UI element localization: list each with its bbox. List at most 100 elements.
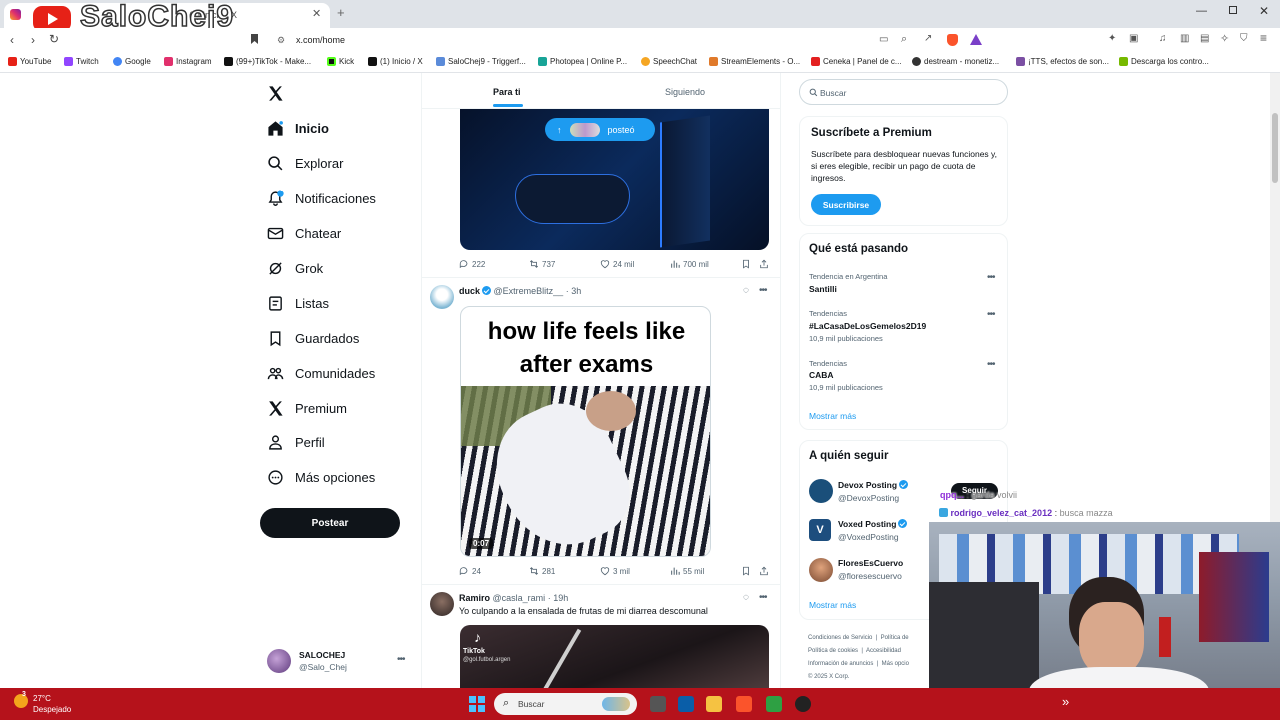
bookmark-destream[interactable]: destream - monetiz... xyxy=(912,57,999,66)
follow-name[interactable]: FloresEsCuervo xyxy=(838,558,903,568)
reply-action[interactable]: 24 xyxy=(459,566,481,576)
new-tab-button[interactable]: + xyxy=(337,5,345,20)
post-more-icon[interactable]: ••• xyxy=(759,592,767,603)
taskbar-search-input[interactable]: Buscar xyxy=(518,699,544,709)
account-more-icon[interactable]: ••• xyxy=(397,654,405,665)
bookmark-page-icon[interactable] xyxy=(251,34,258,44)
like-action[interactable]: 3 mil xyxy=(600,566,630,576)
sidebar-item-inicio[interactable]: Inicio xyxy=(267,120,329,137)
scrollbar-thumb[interactable] xyxy=(1272,113,1278,183)
trend-more-icon[interactable]: ••• xyxy=(987,272,995,283)
trend-item[interactable]: CABA xyxy=(809,370,834,380)
tab-para-ti[interactable]: Para ti xyxy=(493,87,521,97)
trend-item[interactable]: Santilli xyxy=(809,284,837,294)
avatar[interactable] xyxy=(430,592,454,616)
taskbar-search[interactable]: ⌕ Buscar xyxy=(494,693,637,715)
task-view-icon[interactable] xyxy=(650,696,666,712)
sidebar-item-listas[interactable]: Listas xyxy=(267,295,329,312)
avatar[interactable] xyxy=(430,285,454,309)
bookmark-youtube[interactable]: YouTube xyxy=(8,57,51,66)
sidebar-item-premium[interactable]: Premium xyxy=(267,400,347,417)
post-media-video[interactable]: ♪ TikTok @gol.futbol.argen xyxy=(460,625,769,688)
post-time[interactable]: 19h xyxy=(553,593,568,603)
bookmark-ceneka[interactable]: Ceneka | Panel de c... xyxy=(811,57,902,66)
brave-shield-icon[interactable] xyxy=(947,34,958,46)
extensions-icon[interactable]: ✦ xyxy=(1108,33,1116,44)
avatar[interactable] xyxy=(809,558,833,582)
repost-action[interactable]: 737 xyxy=(529,259,555,269)
bookmark-kick[interactable]: Kick xyxy=(327,57,354,66)
sidebar-item-chatear[interactable]: Chatear xyxy=(267,225,341,242)
wallet2-icon[interactable]: ▤ xyxy=(1200,33,1209,44)
x-logo-icon[interactable] xyxy=(267,85,284,102)
bookmark-descarga[interactable]: Descarga los contro... xyxy=(1119,57,1209,66)
repost-action[interactable]: 281 xyxy=(529,566,555,576)
show-more-icon[interactable]: » xyxy=(1062,694,1069,709)
bookmark-icon[interactable] xyxy=(741,259,751,269)
bookmark-streamelements[interactable]: StreamElements - O... xyxy=(709,57,800,66)
screen-icon[interactable]: ▭ xyxy=(879,34,888,45)
share-icon[interactable]: ↗ xyxy=(924,33,932,44)
post-author[interactable]: Ramiro xyxy=(459,593,490,603)
footer-link[interactable]: Accesibilidad xyxy=(866,648,901,654)
footer-link[interactable]: Condiciones de Servicio xyxy=(808,635,872,641)
vpn-icon[interactable]: ⛉ xyxy=(1240,33,1248,44)
bookmark-x[interactable]: (1) Inicio / X xyxy=(368,57,423,66)
like-action[interactable]: 24 mil xyxy=(600,259,634,269)
bookmark-triggerfyre[interactable]: SaloChej9 - Triggerf... xyxy=(436,57,526,66)
url-field[interactable]: x.com/home xyxy=(296,35,345,45)
forward-icon[interactable]: › xyxy=(31,33,35,47)
post-more-icon[interactable]: ••• xyxy=(759,285,767,296)
bookmark-icon[interactable] xyxy=(741,566,751,576)
app-icon-green[interactable] xyxy=(766,696,782,712)
reply-action[interactable]: 222 xyxy=(459,259,485,269)
views-action[interactable]: 55 mil xyxy=(670,566,704,576)
post-time[interactable]: 3h xyxy=(571,286,581,296)
grok-explain-icon[interactable]: ◌ xyxy=(743,285,749,296)
file-explorer-icon[interactable] xyxy=(706,696,722,712)
close-tab-icon[interactable]: ✕ xyxy=(312,7,321,20)
bookmark-google[interactable]: Google xyxy=(113,57,151,66)
wallet-icon[interactable]: ▣ xyxy=(1129,33,1138,44)
sidebar-item-guardados[interactable]: Guardados xyxy=(267,330,359,347)
avatar[interactable]: V xyxy=(809,519,831,541)
avatar[interactable] xyxy=(267,649,291,673)
new-posts-pill[interactable]: ↑ posteó xyxy=(545,118,655,141)
close-window-icon[interactable]: ✕ xyxy=(1259,4,1269,18)
search-input[interactable]: Buscar xyxy=(820,88,846,98)
brave-browser-icon[interactable] xyxy=(736,696,752,712)
zoom-icon[interactable]: ⌕ xyxy=(901,33,907,46)
share-icon[interactable] xyxy=(759,566,769,576)
bookmark-photopea[interactable]: Photopea | Online P... xyxy=(538,57,627,66)
footer-link[interactable]: Política de cookies xyxy=(808,648,858,654)
site-info-icon[interactable]: ⚙ xyxy=(277,35,285,46)
trend-more-icon[interactable]: ••• xyxy=(987,309,995,320)
post-media-meme[interactable]: how life feels like after exams 0:07 xyxy=(460,306,711,557)
post-author[interactable]: duck xyxy=(459,286,480,296)
brave-rewards-icon[interactable] xyxy=(970,34,982,45)
store-icon[interactable] xyxy=(678,696,694,712)
footer-link[interactable]: Información de anuncios xyxy=(808,661,873,667)
bookmark-instagram[interactable]: Instagram xyxy=(164,57,212,66)
music-icon[interactable]: ♫ xyxy=(1159,33,1167,44)
follow-name[interactable]: Devox Posting xyxy=(838,480,909,490)
sidebar-item-mas-opciones[interactable]: Más opciones xyxy=(267,469,375,486)
views-action[interactable]: 700 mil xyxy=(670,259,709,269)
post-handle[interactable]: @ExtremeBlitz__ xyxy=(494,286,564,296)
subscribe-button[interactable]: Suscribirse xyxy=(811,194,881,215)
windows-start-icon[interactable] xyxy=(469,696,485,712)
share-icon[interactable] xyxy=(759,259,769,269)
sidebar-item-comunidades[interactable]: Comunidades xyxy=(267,365,375,382)
sidebar-toggle-icon[interactable]: ▥ xyxy=(1180,33,1189,44)
bookmark-tts[interactable]: ¡TTS, efectos de son... xyxy=(1016,57,1109,66)
bookmark-twitch[interactable]: Twitch xyxy=(64,57,99,66)
sidebar-item-perfil[interactable]: Perfil xyxy=(267,434,325,451)
bookmark-speechchat[interactable]: SpeechChat xyxy=(641,57,697,66)
weather-temp[interactable]: 27°C xyxy=(33,694,51,703)
post-handle[interactable]: @casla_rami xyxy=(493,593,546,603)
avatar[interactable] xyxy=(809,479,833,503)
minimize-icon[interactable]: — xyxy=(1196,5,1207,17)
post-button[interactable]: Postear xyxy=(260,508,400,538)
follow-show-more[interactable]: Mostrar más xyxy=(809,600,856,610)
footer-link[interactable]: Más opcio xyxy=(882,661,909,667)
